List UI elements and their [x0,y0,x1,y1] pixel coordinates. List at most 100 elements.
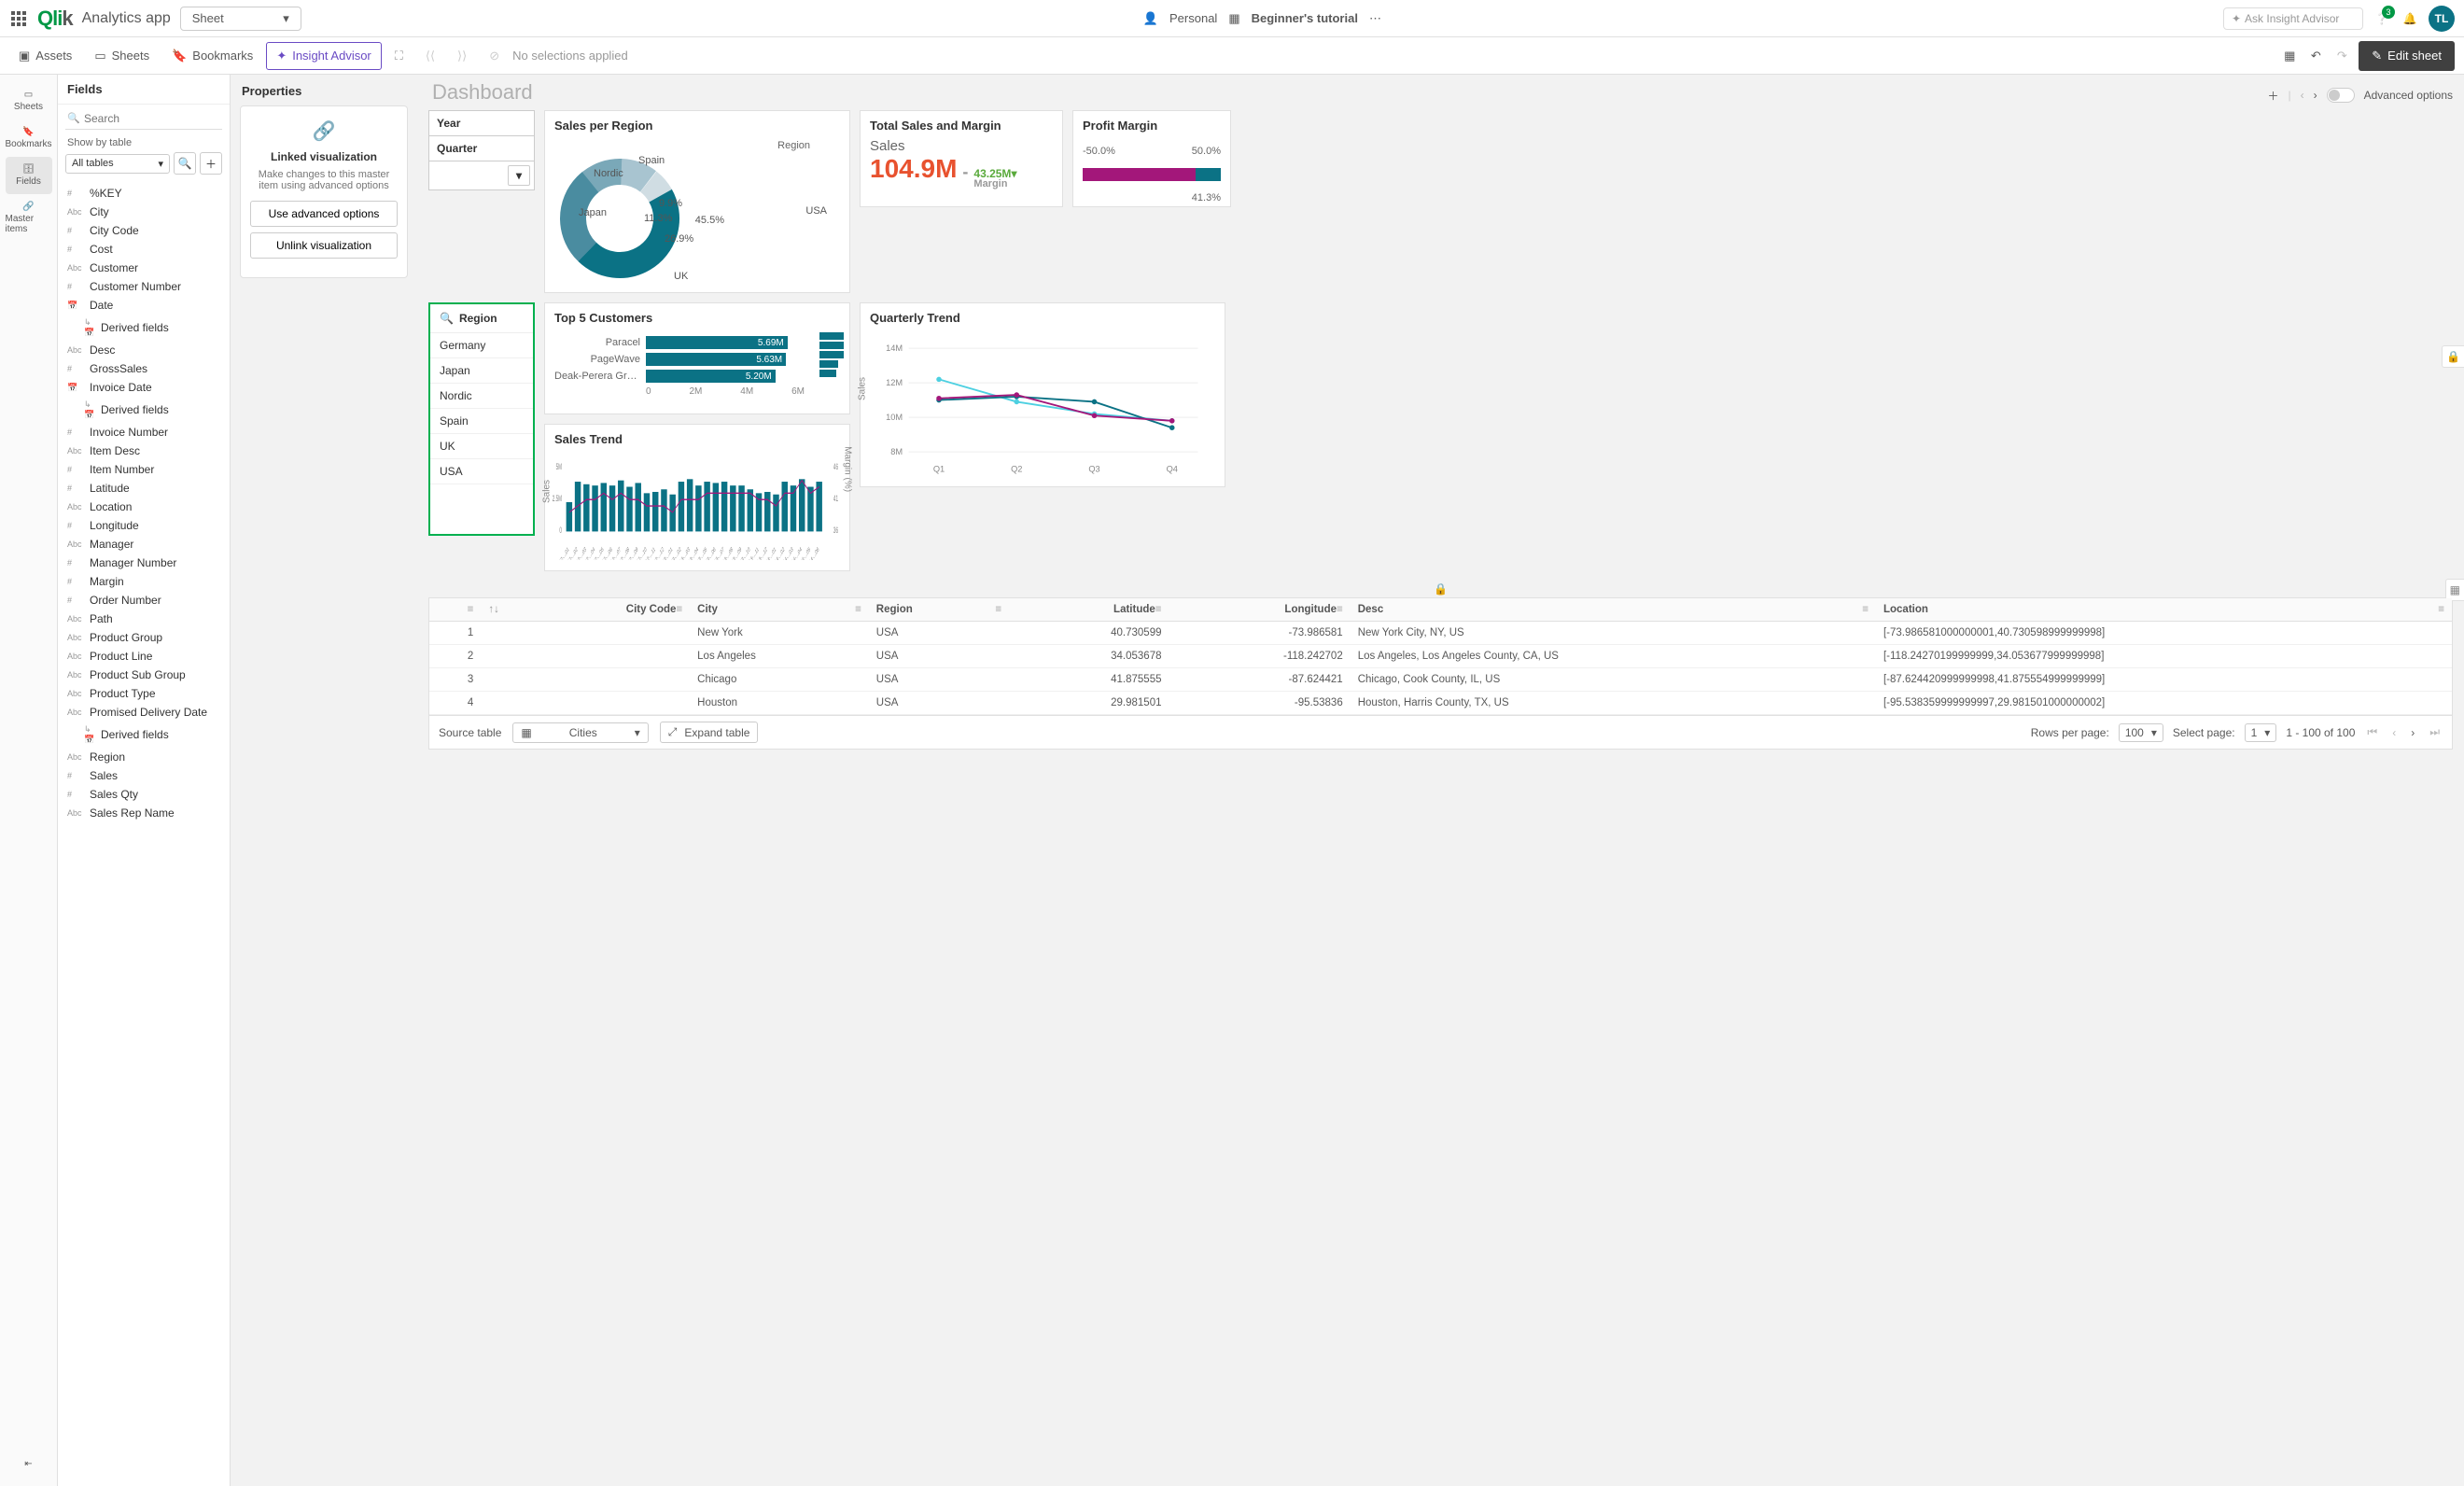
field-item[interactable]: #GrossSales [58,359,230,378]
column-header[interactable]: ≡Desc [1351,598,1876,622]
prev-sheet-icon[interactable]: ‹ [2301,89,2304,102]
grid-icon[interactable]: ▦ [2280,47,2299,65]
sheets-button[interactable]: ▭Sheets [85,43,159,69]
expand-table-button[interactable]: ⤢Expand table [660,722,759,743]
rail-sheets[interactable]: ▭Sheets [6,82,52,119]
profit-margin-card[interactable]: Profit Margin -50.0%50.0% 41.3% [1072,110,1231,207]
region-item[interactable]: Nordic [430,384,533,409]
field-item[interactable]: AbcPromised Delivery Date [58,703,230,722]
region-item[interactable]: USA [430,459,533,484]
region-filter[interactable]: 🔍Region GermanyJapanNordicSpainUKUSA [428,302,535,536]
tables-dropdown[interactable]: All tables▾ [65,154,170,174]
collapse-rail-icon[interactable]: ⇤ [6,1451,52,1477]
fields-search-input[interactable] [65,108,222,130]
field-item[interactable]: #Item Number [58,460,230,479]
field-item[interactable]: #Invoice Number [58,423,230,442]
field-item[interactable]: AbcPath [58,610,230,628]
field-item[interactable]: #Customer Number [58,277,230,296]
column-header[interactable]: ≡Region [869,598,1009,622]
field-item[interactable]: ↳ 📅Derived fields [58,315,230,341]
table-row[interactable]: 1New YorkUSA40.730599-73.986581New York … [429,622,2452,645]
dim-year[interactable]: Year [428,110,535,136]
page-select[interactable]: 1▾ [2245,723,2277,742]
filter-icon[interactable]: 🔍 [174,152,196,175]
region-item[interactable]: Spain [430,409,533,434]
tutorial-label[interactable]: Beginner's tutorial [1252,11,1358,25]
field-item[interactable]: #Cost [58,240,230,259]
kpi-card[interactable]: Total Sales and Margin Sales 104.9M- 43.… [860,110,1063,207]
bell-icon[interactable]: 🔔 [2401,9,2419,28]
region-item[interactable]: Germany [430,333,533,358]
field-item[interactable]: 📅Invoice Date [58,378,230,397]
advanced-toggle[interactable] [2327,88,2355,103]
personal-label[interactable]: Personal [1169,11,1217,25]
lock-icon[interactable]: 🔒 [2442,345,2464,368]
field-item[interactable]: AbcManager [58,535,230,554]
rail-fields[interactable]: 🗄Fields [6,157,52,194]
ask-insight-input[interactable]: ✦Ask Insight Advisor [2223,7,2363,30]
unlink-button[interactable]: Unlink visualization [250,232,398,259]
table-row[interactable]: 4HoustonUSA29.981501-95.53836Houston, Ha… [429,692,2452,715]
column-header[interactable]: ≡City [690,598,869,622]
rail-bookmarks[interactable]: 🔖Bookmarks [6,119,52,157]
field-item[interactable]: #Manager Number [58,554,230,572]
field-item[interactable]: #Longitude [58,516,230,535]
sales-trend-card[interactable]: Sales Trend Sales Margin (%) 02.5M5M3641… [544,424,850,571]
last-page-icon[interactable]: ⏭ [2427,725,2443,739]
sheet-dropdown[interactable]: Sheet▾ [180,7,301,31]
prev-page-icon[interactable]: ‹ [2389,726,2399,739]
field-item[interactable]: AbcCity [58,203,230,221]
column-header[interactable]: ≡ [429,598,481,622]
field-item[interactable]: #Latitude [58,479,230,498]
field-item[interactable]: ↳ 📅Derived fields [58,397,230,423]
quarterly-trend-card[interactable]: Quarterly Trend Sales 14M12M10M8MQ1Q2Q3Q… [860,302,1225,487]
field-item[interactable]: AbcProduct Sub Group [58,666,230,684]
bookmarks-button[interactable]: 🔖Bookmarks [162,43,262,69]
step-back-icon[interactable]: ⟨⟨ [416,43,444,69]
field-item[interactable]: AbcSales Rep Name [58,804,230,822]
field-item[interactable]: AbcProduct Line [58,647,230,666]
first-page-icon[interactable]: ⏮ [2364,725,2380,739]
undo-icon[interactable]: ↶ [2306,47,2325,65]
next-page-icon[interactable]: › [2408,726,2417,739]
rows-per-page-select[interactable]: 100▾ [2119,723,2163,742]
field-item[interactable]: 📅Date [58,296,230,315]
region-item[interactable]: Japan [430,358,533,384]
field-item[interactable]: #City Code [58,221,230,240]
selections-tool-icon[interactable]: ⛶ [385,43,413,69]
field-item[interactable]: AbcCustomer [58,259,230,277]
field-item[interactable]: #Sales Qty [58,785,230,804]
step-fwd-icon[interactable]: ⟩⟩ [448,43,476,69]
field-item[interactable]: #Sales [58,766,230,785]
more-icon[interactable]: ⋯ [1369,11,1381,26]
help-icon[interactable]: ❔3 [2373,9,2391,28]
field-item[interactable]: ↳ 📅Derived fields [58,722,230,748]
field-item[interactable]: AbcRegion [58,748,230,766]
field-item[interactable]: AbcProduct Type [58,684,230,703]
field-item[interactable]: #Order Number [58,591,230,610]
field-item[interactable]: #%KEY [58,184,230,203]
field-item[interactable]: #Margin [58,572,230,591]
app-launcher-icon[interactable] [9,9,28,28]
rail-master[interactable]: 🔗Master items [6,194,52,242]
redo-icon[interactable]: ↷ [2332,47,2351,65]
top5-card[interactable]: Top 5 Customers Paracel5.69MPageWave5.63… [544,302,850,414]
field-item[interactable]: AbcLocation [58,498,230,516]
edit-sheet-button[interactable]: ✎Edit sheet [2359,41,2455,71]
add-icon[interactable]: ＋ [2267,88,2278,104]
column-header[interactable]: ≡↑↓City Code [481,598,690,622]
sales-per-region-card[interactable]: Sales per Region Region USA 45.5% UK 26.… [544,110,850,293]
column-header[interactable]: ≡Longitude [1169,598,1351,622]
field-item[interactable]: AbcDesc [58,341,230,359]
table-row[interactable]: 2Los AngelesUSA34.053678-118.242702Los A… [429,645,2452,668]
dim-quarter[interactable]: Quarter [428,136,535,161]
clear-icon[interactable]: ⊘ [480,43,509,69]
advanced-options-button[interactable]: Use advanced options [250,201,398,227]
source-table-dropdown[interactable]: ▦Cities▾ [512,722,648,743]
table-row[interactable]: 3ChicagoUSA41.875555-87.624421Chicago, C… [429,668,2452,692]
field-item[interactable]: AbcItem Desc [58,442,230,460]
region-item[interactable]: UK [430,434,533,459]
assets-button[interactable]: ▣Assets [9,43,81,69]
dim-dropdown[interactable]: ▾ [428,161,535,190]
column-header[interactable]: ≡Location [1876,598,2452,622]
